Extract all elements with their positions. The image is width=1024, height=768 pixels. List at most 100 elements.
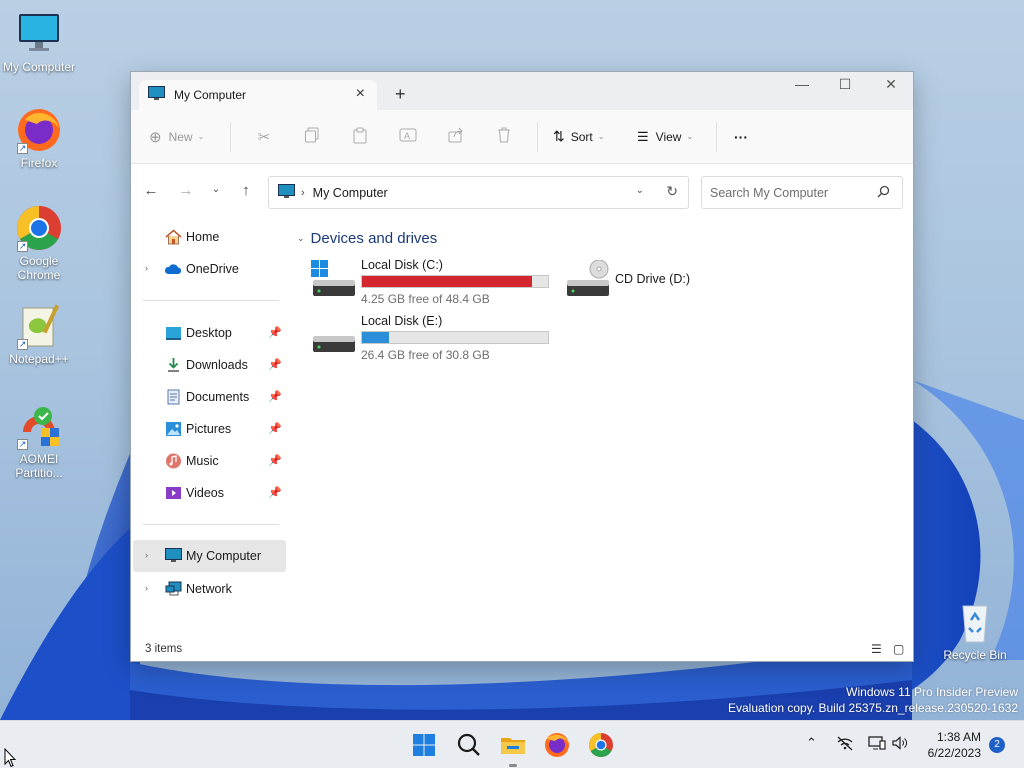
cloud-icon <box>164 261 182 277</box>
sidebar-item-music[interactable]: Music 📌 <box>133 446 286 476</box>
desktop-icon-label: Google Chrome <box>17 254 61 282</box>
desktop-icon-aomei[interactable]: ↗ AOMEI Partitio... <box>0 402 78 480</box>
desktop-icon-recycle-bin[interactable]: Recycle Bin <box>936 598 1014 662</box>
sidebar-item-network[interactable]: › Network <box>133 574 286 604</box>
desktop-icon-label: My Computer <box>2 60 76 74</box>
desktop-icon-label: AOMEI Partitio... <box>15 452 63 480</box>
network-disconnected-icon[interactable] <box>836 735 854 754</box>
desktop-icon-label: Notepad++ <box>9 352 69 366</box>
item-count: 3 items <box>145 643 183 655</box>
recent-locations-button[interactable]: ⌄ <box>206 184 226 195</box>
drive-d[interactable]: CD Drive (D:) <box>565 258 715 304</box>
status-bar: 3 items ☰ ▢ <box>131 637 913 661</box>
back-button[interactable]: ← <box>141 182 161 199</box>
view-button[interactable]: ☰ View ⌄ <box>625 122 707 152</box>
forward-button[interactable]: → <box>176 182 196 199</box>
new-tab-button[interactable]: + <box>395 84 406 105</box>
search-input[interactable] <box>710 185 870 200</box>
pin-icon[interactable]: 📌 <box>268 326 282 339</box>
minimize-button[interactable]: — <box>779 76 825 92</box>
desktop-icon-my-computer[interactable]: My Computer <box>0 10 78 74</box>
file-explorer-taskbar-button[interactable] <box>498 730 528 767</box>
toolbar-divider <box>716 121 717 152</box>
pin-icon[interactable]: 📌 <box>268 422 282 435</box>
display-icon[interactable] <box>868 735 886 754</box>
tiles-view-icon[interactable]: ▢ <box>893 642 904 656</box>
more-options-button[interactable]: ··· <box>726 122 756 152</box>
running-indicator <box>509 764 517 767</box>
download-arrow-icon <box>165 357 182 373</box>
drive-free-space: 4.25 GB free of 48.4 GB <box>361 292 490 306</box>
monitor-icon <box>148 86 165 104</box>
pin-icon[interactable]: 📌 <box>268 486 282 499</box>
chevron-right-icon[interactable]: › <box>145 550 148 560</box>
close-tab-icon[interactable]: × <box>356 85 365 103</box>
firefox-taskbar-button[interactable] <box>542 730 572 760</box>
cut-button[interactable]: ✂ <box>240 122 288 152</box>
sort-button[interactable]: ⇅ Sort ⌄ <box>547 122 625 152</box>
recycle-bin-icon <box>951 598 999 646</box>
pin-icon[interactable]: 📌 <box>268 390 282 403</box>
notification-badge[interactable]: 2 <box>989 737 1005 753</box>
maximize-button[interactable]: ☐ <box>822 76 868 93</box>
pin-icon[interactable]: 📌 <box>268 454 282 467</box>
chevron-down-icon: ⌄ <box>197 132 205 141</box>
sidebar-item-videos[interactable]: Videos 📌 <box>133 478 286 508</box>
desktop-icon-notepadpp[interactable]: ↗ Notepad++ <box>0 302 78 366</box>
drive-usage-fill <box>362 332 389 343</box>
delete-button[interactable] <box>480 122 528 152</box>
breadcrumb-my-computer[interactable]: My Computer <box>313 186 388 200</box>
shortcut-arrow-icon: ↗ <box>17 439 28 450</box>
cd-drive-icon <box>565 259 611 300</box>
share-button[interactable] <box>432 122 480 152</box>
desktop-icon-chrome[interactable]: ↗ Google Chrome <box>0 204 78 282</box>
close-window-button[interactable]: ✕ <box>868 76 914 93</box>
drive-c[interactable]: Local Disk (C:) 4.25 GB free of 48.4 GB <box>311 258 551 306</box>
show-hidden-icons-chevron-icon[interactable]: ⌃ <box>806 735 817 751</box>
rename-button[interactable]: A <box>384 122 432 152</box>
search-icon[interactable] <box>877 185 890 201</box>
sidebar-item-documents[interactable]: Documents 📌 <box>133 382 286 412</box>
search-box[interactable] <box>701 176 903 209</box>
volume-icon[interactable] <box>892 735 908 754</box>
sidebar-item-label: Pictures <box>186 422 232 436</box>
up-button[interactable]: ↑ <box>236 182 256 199</box>
devices-group-header[interactable]: ⌄ Devices and drives <box>297 230 437 247</box>
aomei-icon: ↗ <box>15 402 63 450</box>
system-clock[interactable]: 1:38 AM 6/22/2023 <box>928 729 981 761</box>
drive-name: Local Disk (C:) <box>361 258 443 272</box>
sidebar-divider <box>143 524 279 525</box>
new-button[interactable]: ⊕ New ⌄ <box>149 122 221 152</box>
copy-icon <box>304 127 320 146</box>
copy-button[interactable] <box>288 122 336 152</box>
address-history-chevron-icon[interactable]: ⌄ <box>636 185 644 196</box>
sidebar-item-label: My Computer <box>186 549 262 563</box>
desktop-icon-firefox[interactable]: ↗ Firefox <box>0 106 78 170</box>
sidebar-item-downloads[interactable]: Downloads 📌 <box>133 350 286 380</box>
details-view-icon[interactable]: ☰ <box>871 642 882 656</box>
plus-circle-icon: ⊕ <box>149 128 162 146</box>
tab-my-computer[interactable]: My Computer × <box>139 80 377 110</box>
drive-e[interactable]: Local Disk (E:) 26.4 GB free of 30.8 GB <box>311 314 551 362</box>
address-bar[interactable]: › My Computer ⌄ ↻ <box>268 176 689 209</box>
drive-name: CD Drive (D:) <box>615 272 690 286</box>
sidebar-item-desktop[interactable]: Desktop 📌 <box>133 318 286 348</box>
paste-button[interactable] <box>336 122 384 152</box>
sidebar-item-my-computer[interactable]: › My Computer <box>133 540 286 572</box>
refresh-icon[interactable]: ↻ <box>666 183 678 200</box>
sidebar-item-pictures[interactable]: Pictures 📌 <box>133 414 286 444</box>
monitor-icon <box>278 183 295 202</box>
toolbar-divider <box>230 121 231 152</box>
scissors-icon: ✂ <box>257 128 271 146</box>
chrome-taskbar-button[interactable] <box>586 730 616 760</box>
sidebar-item-home[interactable]: Home <box>133 222 286 252</box>
sidebar-item-onedrive[interactable]: › OneDrive <box>133 254 286 284</box>
chevron-right-icon[interactable]: › <box>145 583 148 593</box>
start-button[interactable] <box>409 730 439 760</box>
search-taskbar-button[interactable] <box>454 730 484 760</box>
sidebar-divider <box>143 300 279 301</box>
share-icon <box>448 127 464 146</box>
sidebar-item-label: Desktop <box>186 326 232 340</box>
chevron-right-icon[interactable]: › <box>145 263 148 273</box>
pin-icon[interactable]: 📌 <box>268 358 282 371</box>
